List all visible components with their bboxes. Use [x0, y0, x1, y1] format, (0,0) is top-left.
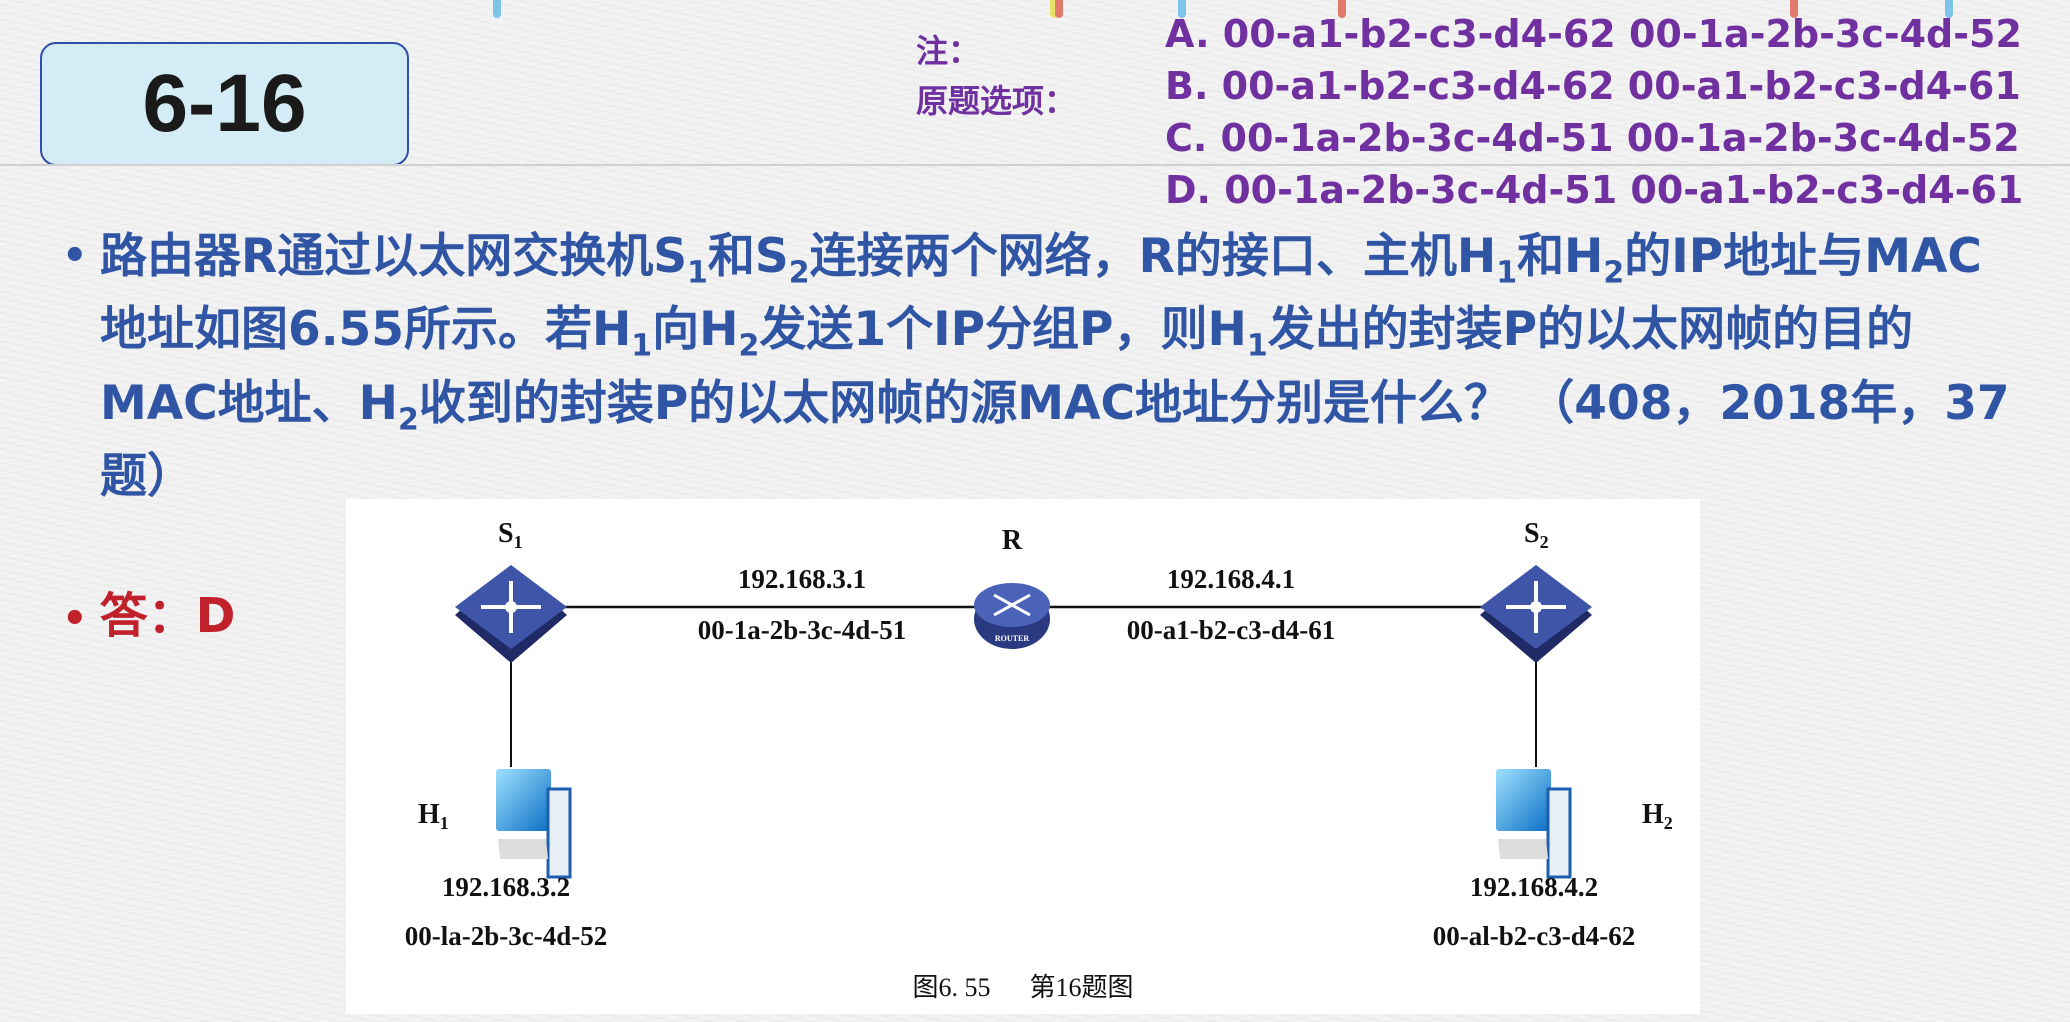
r-left-ip: 192.168.3.1: [738, 564, 866, 594]
question-text-part: 连接两个网络，R的接口、主机H: [809, 229, 1497, 284]
subscript: 2: [738, 328, 760, 364]
label-s2: S2: [1524, 518, 1549, 552]
subscript: 1: [631, 328, 653, 364]
answer-text: 答：D: [99, 588, 236, 644]
subscript: 1: [1496, 255, 1518, 291]
h2-ip: 192.168.4.2: [1470, 872, 1598, 902]
bullet: •: [62, 596, 88, 642]
subscript: 2: [397, 402, 419, 438]
note-label-line: 注：: [916, 32, 981, 70]
question-text-part: 向H: [652, 302, 739, 358]
router-badge: ROUTER: [995, 634, 1029, 643]
subscript: 2: [1603, 255, 1625, 291]
h1-mac: 00-la-2b-3c-4d-52: [405, 921, 607, 951]
r-left-mac: 00-1a-2b-3c-4d-51: [698, 615, 906, 645]
subscript: 2: [788, 255, 810, 291]
r-right-mac: 00-a1-b2-c3-d4-61: [1127, 615, 1335, 645]
subscript: 1: [1246, 328, 1268, 364]
router-icon: ROUTER: [974, 583, 1050, 649]
subscript: 1: [687, 255, 708, 291]
note-label-line: 原题选项：: [916, 82, 1077, 120]
network-diagram: ROUTER S1 S2 R 192.168.3.1 00-1a-2b-3c-4…: [346, 499, 1700, 1014]
question-text-part: 和S: [707, 229, 789, 284]
r-right-ip: 192.168.4.1: [1167, 564, 1295, 594]
question-text-part: 发送1个IP分组P，则H: [759, 302, 1247, 358]
note-label: 注： 原题选项：: [916, 26, 1076, 126]
label-h2: H2: [1642, 799, 1673, 833]
option-a: A. 00-a1-b2-c3-d4-62 00-1a-2b-3c-4d-52: [1165, 12, 2022, 56]
computer-h1-icon: [496, 769, 572, 879]
label-s1: S1: [498, 518, 523, 552]
h1-ip: 192.168.3.2: [442, 872, 570, 902]
option-c: C. 00-1a-2b-3c-4d-51 00-1a-2b-3c-4d-52: [1165, 116, 2020, 160]
option-b: B. 00-a1-b2-c3-d4-62 00-a1-b2-c3-d4-61: [1165, 64, 2021, 108]
bullet: •: [62, 233, 88, 279]
decoration-pin: [493, 0, 501, 18]
option-d: D. 00-1a-2b-3c-4d-51 00-a1-b2-c3-d4-61: [1165, 168, 2024, 212]
label-h1: H1: [418, 799, 449, 833]
decoration-pin: [1055, 0, 1063, 18]
figure-caption: 图6. 55 第16题图: [912, 973, 1133, 1002]
answer: • 答：D: [62, 576, 235, 646]
original-options: A. 00-a1-b2-c3-d4-62 00-1a-2b-3c-4d-52 B…: [1165, 8, 2023, 216]
switch-s2-icon: [1480, 565, 1592, 663]
question-text: 路由器R通过以太网交换机S1和S2连接两个网络，R的接口、主机H1和H2的IP地…: [100, 228, 2022, 505]
h2-mac: 00-al-b2-c3-d4-62: [1433, 921, 1635, 951]
question-text-part: 和H: [1517, 229, 1604, 284]
question: • 路由器R通过以太网交换机S1和S2连接两个网络，R的接口、主机H1和H2的I…: [62, 228, 2022, 505]
computer-h2-icon: [1496, 769, 1572, 879]
slide-number-box: 6-16: [40, 42, 409, 166]
label-r: R: [1002, 525, 1023, 556]
switch-s1-icon: [455, 565, 567, 663]
slide-number: 6-16: [142, 58, 307, 149]
question-text-part: 路由器R通过以太网交换机S: [100, 229, 688, 284]
